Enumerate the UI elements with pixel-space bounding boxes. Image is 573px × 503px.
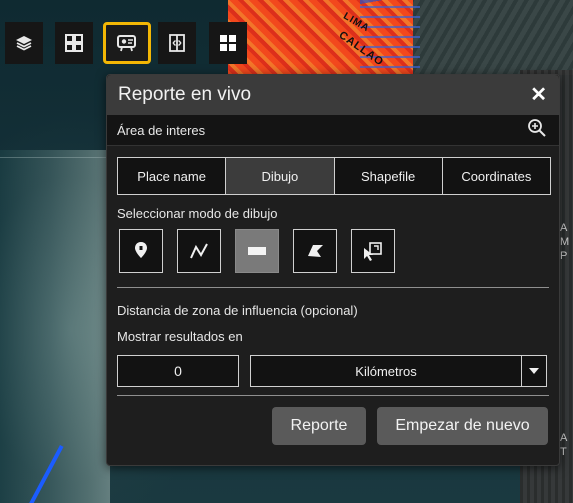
report-submit-button[interactable]: Reporte: [272, 407, 366, 445]
basemap-gallery-button[interactable]: [55, 22, 93, 64]
unit-select[interactable]: Kilómetros: [250, 355, 547, 387]
buffer-distance-input[interactable]: 0: [117, 355, 239, 387]
draw-mode-label: Seleccionar modo de dibujo: [117, 206, 278, 221]
chevron-down-icon: [529, 368, 539, 374]
map-gridline: [0, 157, 110, 158]
draw-polygon-button[interactable]: [293, 229, 337, 273]
swipe-button[interactable]: [158, 22, 196, 64]
basemap-gallery-icon: [65, 34, 83, 52]
select-feature-icon: [364, 242, 382, 261]
tab-dibujo[interactable]: Dibujo: [226, 158, 335, 194]
rectangle-icon: [248, 247, 266, 255]
map-side-label: A: [560, 222, 568, 234]
widget-grid-button[interactable]: [209, 22, 247, 64]
urban-area: [410, 0, 573, 75]
tab-place-name[interactable]: Place name: [118, 158, 227, 194]
draw-polyline-button[interactable]: [177, 229, 221, 273]
coastline-area: [0, 150, 110, 503]
zoom-in-icon: [528, 118, 546, 137]
draw-rectangle-button[interactable]: [235, 229, 279, 273]
report-icon: [117, 35, 136, 52]
input-method-tabs: Place name Dibujo Shapefile Coordinates: [117, 157, 551, 195]
map-side-label: A: [560, 432, 568, 444]
unit-select-value: Kilómetros: [355, 363, 417, 379]
draw-mode-toolbar: [119, 229, 395, 273]
polyline-icon: [190, 243, 208, 259]
point-pin-icon: [135, 242, 147, 258]
road-overlay: [360, 0, 420, 78]
area-of-interest-label: Área de interes: [117, 122, 206, 138]
draw-point-button[interactable]: [119, 229, 163, 273]
tab-coordinates[interactable]: Coordinates: [442, 158, 550, 194]
map-side-label: P: [560, 250, 568, 262]
map-side-label: T: [560, 446, 567, 458]
panel-title: Reporte en vivo: [118, 84, 252, 105]
start-over-button[interactable]: Empezar de nuevo: [377, 407, 548, 445]
section-divider: [117, 395, 549, 396]
widget-grid-icon: [220, 35, 236, 51]
buffer-distance-label: Distancia de zona de influencia (opciona…: [117, 303, 358, 318]
section-divider: [117, 287, 549, 288]
zoom-to-area-button[interactable]: [527, 118, 547, 143]
polygon-icon: [308, 245, 323, 257]
report-button[interactable]: [103, 22, 151, 64]
panel-header: Reporte en vivo ✕: [107, 75, 559, 115]
map-side-label: M: [560, 236, 570, 248]
layers-button[interactable]: [5, 22, 43, 64]
area-of-interest-row: Área de interes: [107, 115, 559, 146]
swipe-icon: [169, 34, 185, 52]
close-button[interactable]: ✕: [530, 85, 547, 105]
select-feature-button[interactable]: [351, 229, 395, 273]
live-report-panel: Reporte en vivo ✕ Área de interes Place …: [106, 74, 560, 466]
tab-shapefile[interactable]: Shapefile: [334, 158, 443, 194]
layers-icon: [16, 36, 32, 51]
dropdown-arrow[interactable]: [521, 356, 546, 386]
results-unit-label: Mostrar resultados en: [117, 329, 243, 344]
